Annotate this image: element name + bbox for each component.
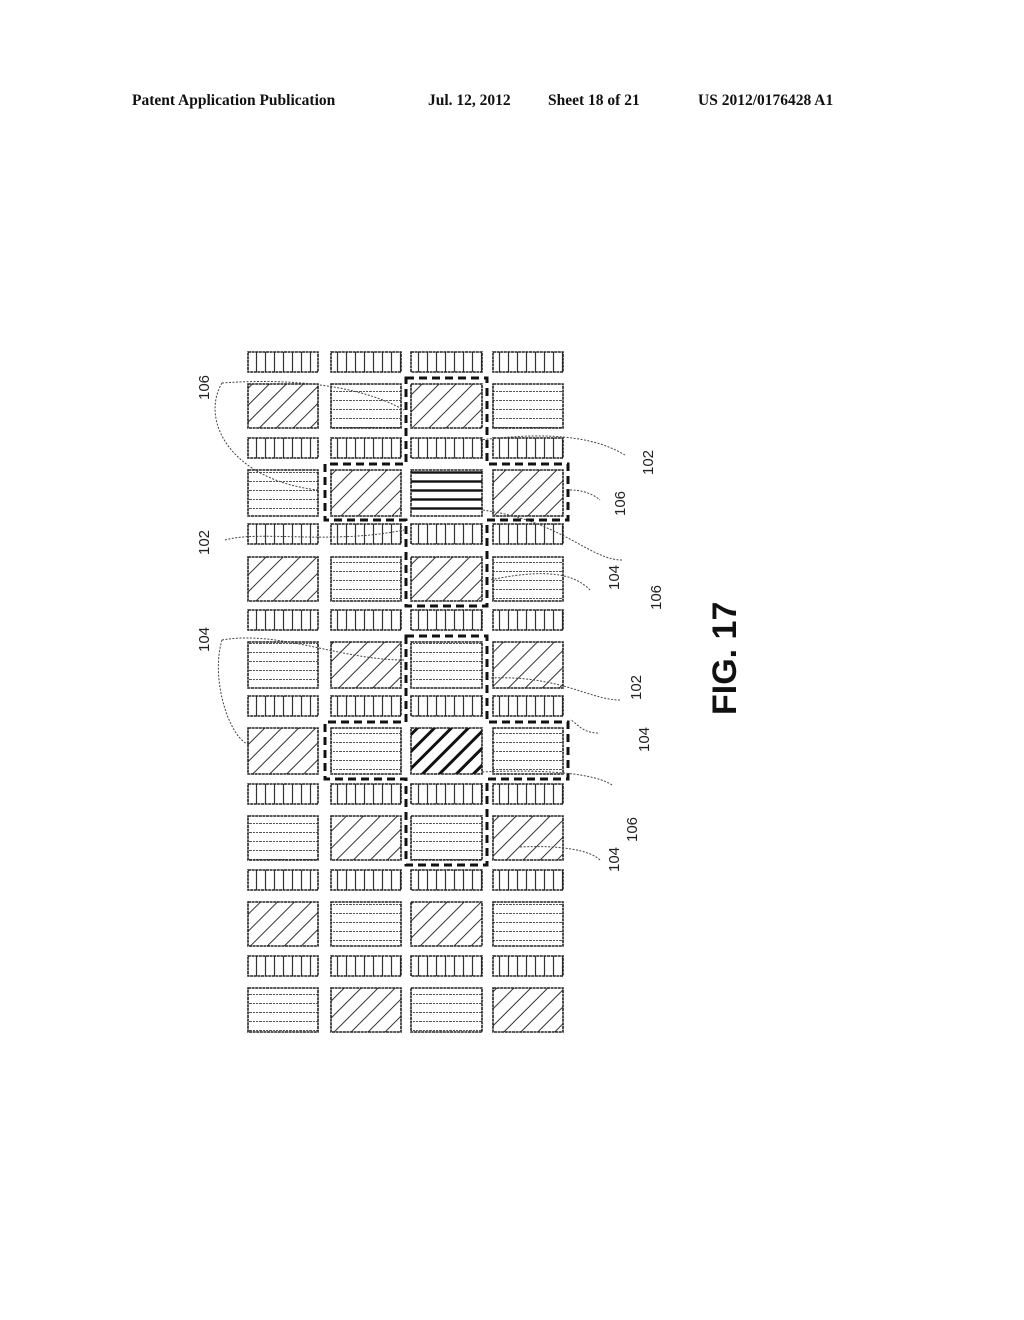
reference-numeral-106: 106 <box>648 584 665 610</box>
pattern-cell-diagonal <box>330 641 402 689</box>
pattern-cell-diagonal-bold <box>410 727 483 775</box>
reference-numeral-106: 106 <box>624 816 641 842</box>
pattern-cell-horizontal <box>492 383 564 429</box>
strip-cell <box>247 695 319 717</box>
pattern-cell-diagonal <box>492 469 564 517</box>
reference-numeral-104: 104 <box>606 846 623 872</box>
pattern-cell-diagonal <box>247 383 319 429</box>
pattern-cell-horizontal <box>330 383 402 429</box>
reference-numeral-106: 106 <box>612 490 629 516</box>
strip-cell <box>410 351 483 373</box>
strip-cell <box>247 437 319 459</box>
pattern-cell-diagonal <box>330 815 402 861</box>
strip-cell <box>247 609 319 631</box>
leader-line <box>218 639 251 746</box>
strip-cell <box>410 783 483 805</box>
strip-cell <box>247 869 319 891</box>
reference-numeral-102: 102 <box>640 449 657 475</box>
reference-numeral-104: 104 <box>636 726 653 752</box>
strip-cell <box>330 955 402 977</box>
strip-cell <box>330 523 402 545</box>
pattern-cell-diagonal <box>330 987 402 1033</box>
pattern-cell-diagonal <box>492 987 564 1033</box>
strip-cell <box>492 783 564 805</box>
pattern-cell-horizontal-bold <box>410 469 483 517</box>
figure-label: FIG. 17 <box>706 601 744 715</box>
reference-numeral-102: 102 <box>628 674 645 700</box>
strip-cell <box>492 351 564 373</box>
pattern-cell-diagonal <box>330 469 402 517</box>
pattern-cell-horizontal <box>330 727 402 775</box>
pattern-cell-diagonal <box>247 556 319 602</box>
pattern-cell-horizontal <box>330 901 402 947</box>
strip-cell <box>330 695 402 717</box>
reference-numeral-106: 106 <box>196 374 213 400</box>
leader-line <box>569 719 599 734</box>
strip-cell <box>492 695 564 717</box>
strip-cell <box>492 437 564 459</box>
strip-cell <box>247 351 319 373</box>
strip-cell <box>410 609 483 631</box>
strip-cell <box>410 523 483 545</box>
pattern-cell-horizontal <box>247 641 319 689</box>
pattern-cell-horizontal <box>330 556 402 602</box>
pattern-cell-horizontal <box>247 469 319 517</box>
pattern-cell-horizontal <box>492 727 564 775</box>
strip-cell <box>492 955 564 977</box>
strip-cell <box>410 955 483 977</box>
strip-cell <box>410 869 483 891</box>
strip-cell <box>247 523 319 545</box>
pattern-cell-horizontal <box>247 987 319 1033</box>
strip-cell <box>410 437 483 459</box>
strip-cell <box>330 351 402 373</box>
reference-numeral-104: 104 <box>196 626 213 652</box>
reference-numeral-102: 102 <box>196 529 213 555</box>
strip-cell <box>492 609 564 631</box>
pattern-cell-diagonal <box>410 901 483 947</box>
reference-numeral-104: 104 <box>606 564 623 590</box>
pattern-cell-horizontal <box>410 641 483 689</box>
pattern-cell-horizontal <box>410 987 483 1033</box>
pattern-cell-diagonal <box>247 727 319 775</box>
pattern-cell-horizontal <box>247 815 319 861</box>
strip-cell <box>330 609 402 631</box>
leader-line <box>569 489 601 501</box>
pattern-cell-horizontal <box>410 815 483 861</box>
pattern-cell-horizontal <box>492 901 564 947</box>
pattern-cell-diagonal <box>247 901 319 947</box>
figure-drawing <box>214 351 626 1033</box>
strip-cell <box>410 695 483 717</box>
strip-cell <box>330 869 402 891</box>
strip-cell <box>330 783 402 805</box>
strip-cell <box>330 437 402 459</box>
strip-cell <box>492 869 564 891</box>
pattern-cell-diagonal <box>492 641 564 689</box>
pattern-cell-diagonal <box>492 815 564 861</box>
pattern-cell-horizontal <box>492 556 564 602</box>
strip-cell <box>247 783 319 805</box>
pattern-cell-diagonal <box>410 556 483 602</box>
pattern-cell-diagonal <box>410 383 483 429</box>
strip-cell <box>492 523 564 545</box>
strip-cell <box>247 955 319 977</box>
